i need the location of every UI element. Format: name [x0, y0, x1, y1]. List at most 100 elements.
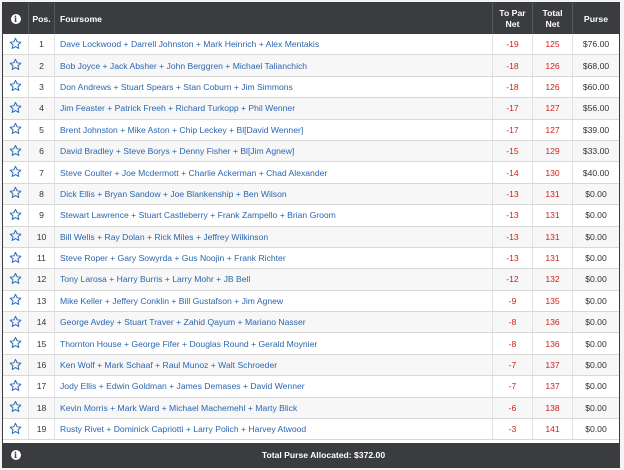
foursome-link[interactable]: Don Andrews + Stuart Spears + Stan Cobur…	[54, 76, 492, 98]
star-icon[interactable]	[9, 400, 22, 415]
foursome-link[interactable]: Stewart Lawrence + Stuart Castleberry + …	[54, 205, 492, 226]
total-purse-allocated: Total Purse Allocated: $372.00	[261, 450, 386, 460]
table-row: 3 Don Andrews + Stuart Spears + Stan Cobu…	[3, 76, 619, 99]
star-icon[interactable]	[9, 251, 22, 266]
table-row: 8 Dick Ellis + Bryan Sandow + Joe Blanken…	[3, 183, 619, 206]
star-icon[interactable]	[9, 101, 22, 116]
star-icon[interactable]	[9, 122, 22, 137]
position-cell: 16	[28, 354, 54, 376]
star-icon[interactable]	[9, 186, 22, 201]
favorite-cell	[3, 141, 28, 161]
total-net-label: Net	[545, 18, 560, 29]
total-net-cell: 126	[532, 55, 572, 76]
info-icon[interactable]: i	[10, 450, 21, 460]
star-icon[interactable]	[9, 165, 22, 180]
table-row: 17 Jody Ellis + Edwin Goldman + James Dem…	[3, 376, 619, 398]
favorite-cell	[3, 98, 28, 118]
star-icon[interactable]	[9, 315, 22, 330]
position-cell: 7	[28, 162, 54, 183]
star-icon[interactable]	[9, 272, 22, 287]
star-icon[interactable]	[9, 208, 22, 223]
foursome-link[interactable]: George Avdey + Stuart Traver + Zahid Qay…	[54, 312, 492, 333]
to-par-cell: -13	[492, 226, 532, 247]
column-header-pos[interactable]: Pos.	[28, 3, 54, 34]
position-cell: 1	[28, 34, 54, 55]
total-net-cell: 126	[532, 76, 572, 98]
table-row: 9 Stewart Lawrence + Stuart Castleberry +…	[3, 205, 619, 227]
foursome-link[interactable]: Rusty Rivet + Dominick Capriotti + Larry…	[54, 419, 492, 440]
column-header-total-net[interactable]: Total Net	[532, 3, 572, 34]
foursome-link[interactable]: Dick Ellis + Bryan Sandow + Joe Blankens…	[54, 183, 492, 205]
foursome-link[interactable]: Jody Ellis + Edwin Goldman + James Demas…	[54, 376, 492, 397]
to-par-cell: -14	[492, 162, 532, 183]
star-icon[interactable]	[9, 293, 22, 308]
favorite-cell	[3, 184, 28, 204]
position-cell: 11	[28, 247, 54, 269]
foursome-link[interactable]: Mike Keller + Jeffery Conklin + Bill Gus…	[54, 290, 492, 312]
total-net-cell: 130	[532, 162, 572, 183]
table-row: 14 George Avdey + Stuart Traver + Zahid Q…	[3, 312, 619, 334]
position-cell: 14	[28, 312, 54, 333]
to-par-cell: -7	[492, 376, 532, 397]
foursome-link[interactable]: Kevin Morris + Mark Ward + Michael Mache…	[54, 397, 492, 419]
total-net-cell: 136	[532, 312, 572, 333]
position-cell: 15	[28, 333, 54, 354]
foursome-link[interactable]: Ken Wolf + Mark Schaaf + Raul Munoz + Wa…	[54, 354, 492, 376]
to-par-cell: -6	[492, 397, 532, 419]
table-footer: i Total Purse Allocated: $372.00	[3, 443, 619, 467]
foursome-link[interactable]: Brent Johnston + Mike Aston + Chip Lecke…	[54, 119, 492, 140]
table-row: 12 Tony Larosa + Harry Burris + Larry Moh…	[3, 269, 619, 291]
to-par-cell: -7	[492, 354, 532, 376]
to-par-cell: -13	[492, 205, 532, 226]
to-par-cell: -8	[492, 333, 532, 354]
total-net-cell: 135	[532, 290, 572, 312]
foursome-link[interactable]: Thornton House + George Fifer + Douglas …	[54, 333, 492, 354]
star-icon[interactable]	[9, 79, 22, 94]
purse-cell: $39.00	[572, 119, 619, 140]
info-icon[interactable]: i	[10, 13, 21, 24]
position-cell: 5	[28, 119, 54, 140]
table-row: 6 David Bradley + Steve Borys + Denny Fis…	[3, 140, 619, 163]
favorite-cell	[3, 355, 28, 375]
table-row: 11 Steve Roper + Gary Sowyrda + Gus Nooji…	[3, 247, 619, 270]
total-net-cell: 127	[532, 119, 572, 140]
column-header-purse[interactable]: Purse	[572, 3, 619, 34]
foursome-link[interactable]: Bill Wells + Ray Dolan + Rick Miles + Je…	[54, 226, 492, 247]
star-icon[interactable]	[9, 422, 22, 437]
column-header-to-par-net[interactable]: To Par Net	[492, 3, 532, 34]
purse-cell: $0.00	[572, 376, 619, 397]
foursome-link[interactable]: Steve Roper + Gary Sowyrda + Gus Noojin …	[54, 247, 492, 269]
position-cell: 4	[28, 98, 54, 119]
table-row: 18 Kevin Morris + Mark Ward + Michael Mac…	[3, 397, 619, 420]
position-cell: 8	[28, 183, 54, 205]
favorite-cell	[3, 34, 28, 54]
foursome-link[interactable]: Dave Lockwood + Darrell Johnston + Mark …	[54, 34, 492, 55]
to-par-cell: -18	[492, 55, 532, 76]
star-icon[interactable]	[9, 58, 22, 73]
star-icon[interactable]	[9, 336, 22, 351]
star-icon[interactable]	[9, 37, 22, 52]
foursome-link[interactable]: Jim Feaster + Patrick Freeh + Richard Tu…	[54, 98, 492, 119]
table-body: 1 Dave Lockwood + Darrell Johnston + Mark…	[3, 34, 619, 441]
total-net-cell: 138	[532, 397, 572, 419]
purse-cell: $0.00	[572, 183, 619, 205]
foursome-link[interactable]: Bob Joyce + Jack Absher + John Berggren …	[54, 55, 492, 76]
total-net-cell: 131	[532, 247, 572, 269]
foursome-link[interactable]: Steve Coulter + Joe Mcdermott + Charlie …	[54, 162, 492, 183]
star-icon[interactable]	[9, 144, 22, 159]
footer-info-cell: i	[3, 443, 28, 467]
total-net-cell: 136	[532, 333, 572, 354]
star-icon[interactable]	[9, 229, 22, 244]
total-net-cell: 125	[532, 34, 572, 55]
column-header-foursome[interactable]: Foursome	[54, 3, 492, 34]
table-row: 15 Thornton House + George Fifer + Dougla…	[3, 333, 619, 355]
table-row: 16 Ken Wolf + Mark Schaaf + Raul Munoz + …	[3, 354, 619, 377]
favorite-cell	[3, 333, 28, 353]
favorite-cell	[3, 120, 28, 140]
star-icon[interactable]	[9, 358, 22, 373]
star-icon[interactable]	[9, 379, 22, 394]
favorite-cell	[3, 291, 28, 311]
table-row: 7 Steve Coulter + Joe Mcdermott + Charlie…	[3, 162, 619, 184]
foursome-link[interactable]: David Bradley + Steve Borys + Denny Fish…	[54, 140, 492, 162]
foursome-link[interactable]: Tony Larosa + Harry Burris + Larry Mohr …	[54, 269, 492, 290]
